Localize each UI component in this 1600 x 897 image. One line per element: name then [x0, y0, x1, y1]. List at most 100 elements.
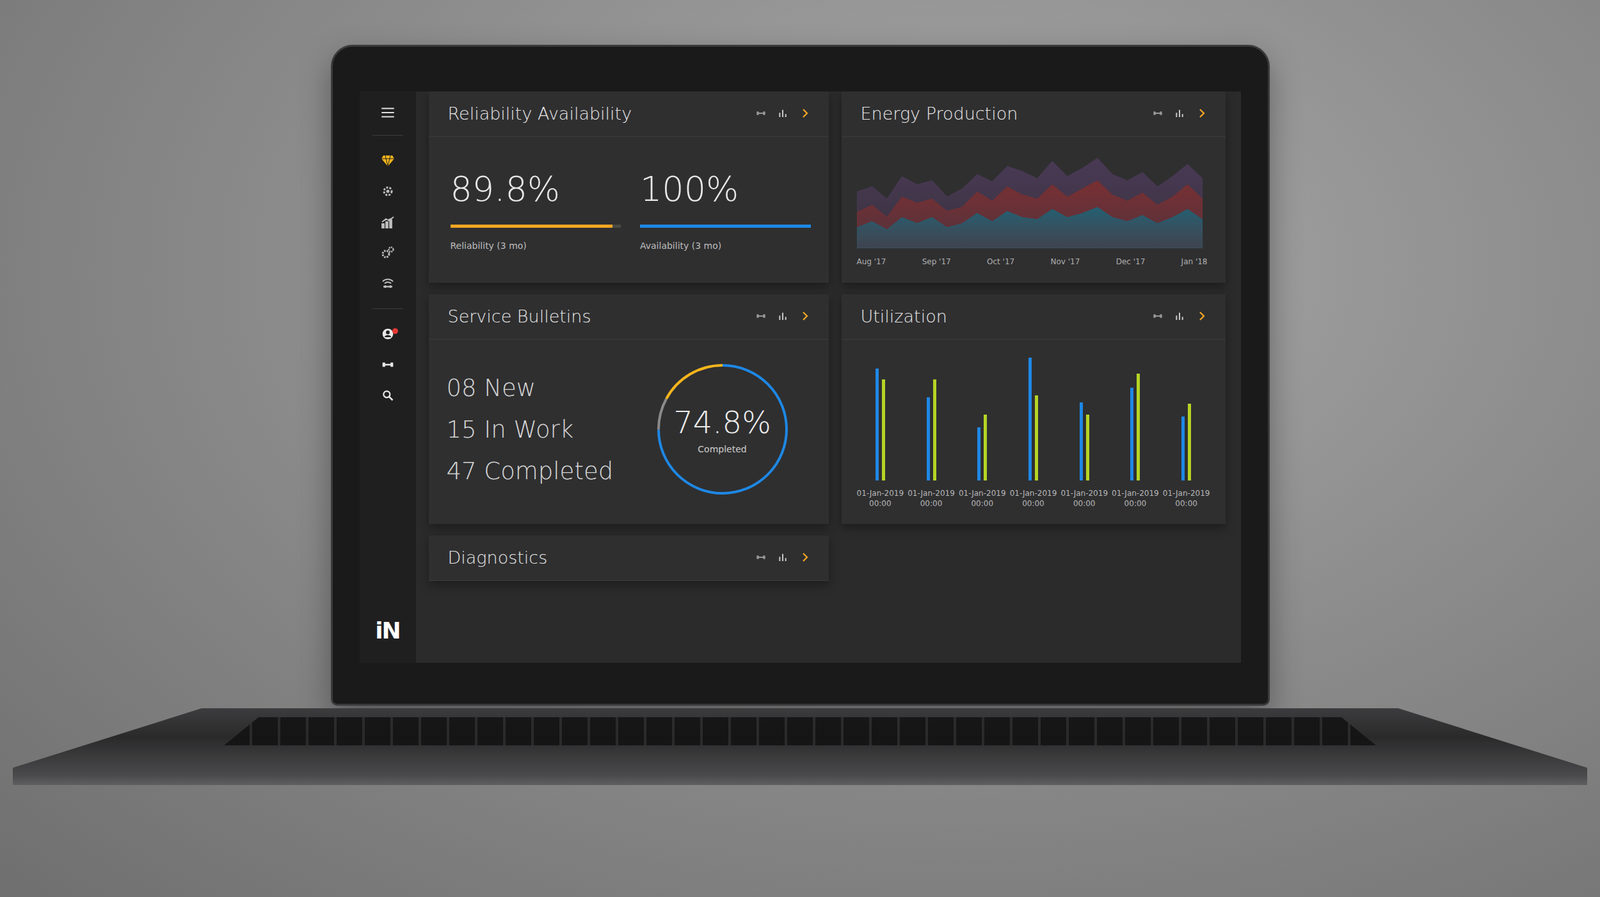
bar — [1136, 373, 1140, 481]
card-title: Service Bulletins — [448, 306, 592, 327]
axis-label-line: 00:00 — [1009, 498, 1058, 509]
axis-label-line: 01-Jan-2019 — [1060, 488, 1108, 499]
menu-icon[interactable] — [379, 104, 397, 121]
card-title: Diagnostics — [448, 547, 548, 568]
analytics-chart-icon — [380, 214, 396, 230]
card-header: Reliability Availability — [428, 91, 829, 137]
completion-donut: 74.8%Completed — [654, 361, 791, 498]
bar-chart-icon[interactable] — [777, 108, 788, 119]
metric: 89.8% Reliability (3 mo) — [450, 168, 622, 251]
bars — [977, 352, 987, 481]
laptop-base — [12, 708, 1588, 805]
card-header: Utilization — [841, 294, 1226, 340]
card-actions — [755, 551, 811, 564]
device-link-icon — [381, 358, 395, 372]
axis-label-line: 01-Jan-2019 — [1162, 488, 1211, 499]
sidebar-item[interactable] — [375, 151, 401, 171]
sidebar-tool[interactable] — [375, 385, 401, 406]
chevron-right-icon[interactable] — [799, 310, 811, 322]
metrics: 89.8% Reliability (3 mo) 100%Availability … — [428, 136, 829, 283]
chevron-right-icon[interactable] — [1196, 310, 1208, 322]
x-axis: Aug '17Sep '17Oct '17Nov '17Dec '17Jan '… — [856, 257, 1208, 267]
bar-group: 01-Jan-201900:00 — [1009, 352, 1058, 509]
bar-chart-icon[interactable] — [1174, 108, 1185, 119]
link-icon[interactable] — [1152, 108, 1163, 119]
donut-segment — [658, 365, 787, 494]
chevron-right-icon[interactable] — [1196, 107, 1208, 120]
axis-label-line: 00:00 — [1111, 498, 1160, 509]
metric: 100%Availability (3 mo) — [640, 168, 811, 251]
bar-group: 01-Jan-201900:00 — [907, 352, 955, 509]
bar — [1187, 403, 1192, 481]
axis-label-line: 00:00 — [1060, 498, 1108, 509]
bars — [1130, 352, 1140, 481]
area-series — [856, 158, 1203, 249]
card-actions — [1152, 310, 1208, 322]
donut-value: 74.8% — [673, 404, 771, 441]
dashboard: iN Reliability Availability 89.8% Reliabil… — [359, 91, 1241, 664]
bar — [1028, 357, 1032, 481]
bulletin-stats: 08 New15 In Work47 Completed — [446, 374, 614, 486]
axis-label: 01-Jan-201900:00 — [1162, 488, 1211, 509]
metric-label: Reliability (3 mo) — [450, 240, 622, 251]
card-title: Reliability Availability — [448, 103, 633, 124]
sidebar-item[interactable] — [375, 273, 401, 294]
link-icon[interactable] — [755, 108, 767, 119]
laptop-screen: iN Reliability Availability 89.8% Reliabil… — [330, 44, 1270, 706]
bar-chart-icon[interactable] — [1174, 311, 1185, 322]
axis-label: Sep '17 — [922, 257, 952, 267]
sidebar-tool[interactable] — [375, 355, 401, 375]
logo: iN — [371, 613, 404, 648]
bars — [1181, 352, 1192, 481]
bar — [1034, 395, 1039, 481]
axis-label: 01-Jan-201900:00 — [907, 488, 955, 509]
wireless-device-icon — [380, 275, 396, 292]
keyboard — [224, 717, 1376, 746]
progress-fill — [450, 224, 613, 228]
area-chart — [856, 145, 1208, 251]
link-icon[interactable] — [755, 311, 767, 322]
diamond-icon — [380, 152, 396, 169]
link-icon[interactable] — [1152, 311, 1163, 322]
sidebar: iN — [359, 91, 416, 664]
sidebar-item[interactable] — [375, 181, 401, 201]
diagnostics-card: Diagnostics — [428, 535, 829, 582]
sidebar-item[interactable] — [375, 212, 401, 232]
metric-label: Availability (3 mo) — [640, 240, 811, 251]
bar-chart-icon[interactable] — [777, 311, 788, 322]
axis-label: 01-Jan-201900:00 — [856, 488, 905, 509]
card-actions — [755, 107, 811, 120]
axis-label: 01-Jan-201900:00 — [1111, 488, 1160, 509]
sidebar-divider — [372, 308, 404, 310]
axis-label-line: 00:00 — [958, 498, 1007, 509]
bar-group: 01-Jan-201900:00 — [856, 352, 905, 509]
bar — [926, 397, 930, 481]
bar — [875, 368, 879, 481]
sidebar-item[interactable] — [375, 243, 401, 263]
bar — [977, 427, 981, 481]
axis-label: Dec '17 — [1116, 257, 1146, 267]
progress-fill — [640, 224, 811, 228]
axis-label: 01-Jan-201900:00 — [958, 488, 1007, 509]
metric-value: 89.8% — [450, 168, 622, 210]
axis-label-line: 01-Jan-2019 — [907, 488, 955, 499]
axis-label: 01-Jan-201900:00 — [1009, 488, 1058, 509]
bar — [933, 379, 937, 481]
progress-track — [450, 224, 622, 228]
chevron-right-icon[interactable] — [799, 107, 811, 120]
axis-label-line: 00:00 — [907, 498, 955, 509]
axis-label-line: 01-Jan-2019 — [1111, 488, 1160, 499]
bar-group: 01-Jan-201900:00 — [1111, 352, 1160, 509]
utilization-card: Utilization01-Jan-201900:0001-Jan-201900… — [841, 294, 1226, 525]
axis-label-line: 01-Jan-2019 — [1009, 488, 1058, 499]
link-icon[interactable] — [755, 552, 767, 563]
axis-label: 01-Jan-201900:00 — [1060, 488, 1108, 509]
bulletin-stat: 47 Completed — [446, 457, 614, 486]
chevron-right-icon[interactable] — [799, 551, 811, 564]
energy-chart: Aug '17Sep '17Oct '17Nov '17Dec '17Jan '… — [841, 136, 1226, 282]
bar — [1130, 387, 1134, 481]
card-header: Energy Production — [841, 91, 1226, 137]
bar-chart-icon[interactable] — [777, 552, 788, 563]
sidebar-tool[interactable] — [375, 324, 401, 344]
card-title: Energy Production — [860, 103, 1019, 124]
